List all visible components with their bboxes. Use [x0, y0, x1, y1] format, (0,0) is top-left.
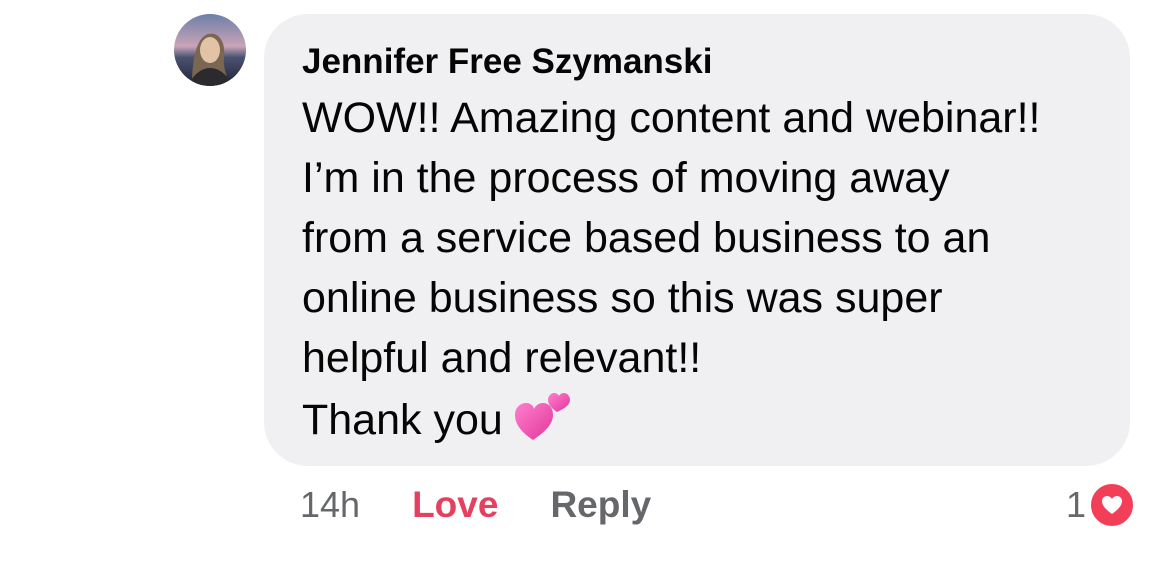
comment-last-line: Thank you [302, 388, 1110, 458]
reaction-count: 1 [1065, 484, 1086, 525]
reaction-summary[interactable]: 1 [1066, 480, 1136, 530]
avatar[interactable] [174, 14, 246, 86]
timestamp[interactable]: 14h [300, 484, 360, 526]
comment-line: online business so this was super [302, 274, 943, 322]
heart-icon [1088, 481, 1136, 529]
comment: Jennifer Free Szymanski WOW!! Amazing co… [0, 0, 1170, 562]
comment-actions: 14h Love Reply [300, 480, 651, 530]
love-button[interactable]: Love [412, 484, 498, 526]
comment-body: WOW!! Amazing content and webinar!! I’m … [302, 88, 1110, 458]
avatar-photo [174, 14, 246, 86]
comment-line: I’m in the process of moving away [302, 154, 950, 202]
comment-line: WOW!! Amazing content and webinar!! [302, 94, 1041, 142]
comment-line: from a service based business to an [302, 214, 991, 262]
comment-line: helpful and relevant!! [302, 334, 702, 382]
comment-line: Thank you [302, 396, 503, 444]
reply-button[interactable]: Reply [550, 484, 651, 526]
two-hearts-icon [513, 388, 571, 458]
comment-author[interactable]: Jennifer Free Szymanski [302, 42, 1110, 82]
comment-bubble: Jennifer Free Szymanski WOW!! Amazing co… [264, 14, 1130, 466]
